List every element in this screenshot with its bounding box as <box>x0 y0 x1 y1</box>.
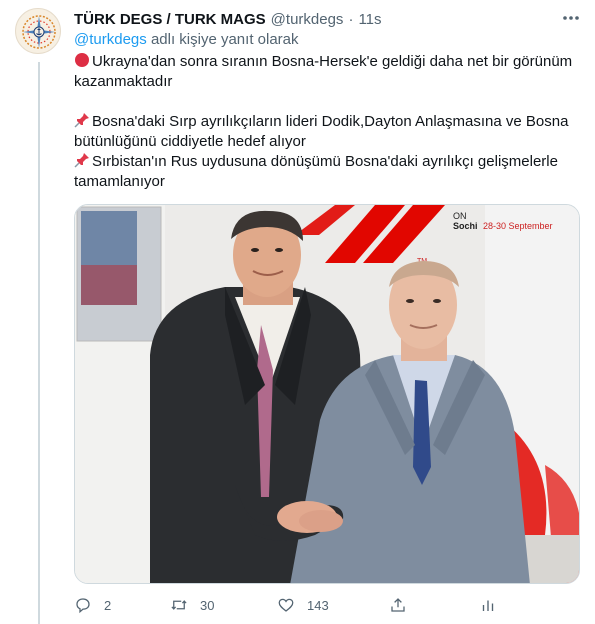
tweet-line-text: Ukrayna'dan sonra sıranın Bosna-Hersek'e… <box>74 53 573 90</box>
retweet-icon <box>171 600 187 610</box>
user-handle[interactable]: @turkdegs <box>271 11 344 28</box>
tweet-line-2: Bosna'daki Sırp ayrılıkçıların lideri Do… <box>74 112 579 152</box>
handshake-photo: TM ON Sochi 28-30 September <box>75 205 579 583</box>
tweet-actions: 2 30 143 <box>74 594 514 616</box>
backdrop-city: Sochi <box>453 221 478 231</box>
tweet-line-1: Ukrayna'dan sonra sıranın Bosna-Hersek'e… <box>74 52 579 92</box>
reply-icon <box>76 598 90 614</box>
reply-to-label: adlı kişiye yanıt olarak <box>150 31 299 48</box>
analytics-icon <box>482 600 494 611</box>
pushpin-icon <box>74 113 89 128</box>
like-count: 143 <box>307 597 329 613</box>
tweet-photo[interactable]: TM ON Sochi 28-30 September <box>74 204 580 584</box>
avatar[interactable] <box>15 8 61 54</box>
pushpin-icon <box>74 153 89 168</box>
red-circle-icon <box>75 53 89 67</box>
backdrop-side-text: ON <box>453 211 467 221</box>
heart-icon <box>278 598 294 612</box>
reply-action[interactable]: 2 <box>74 594 111 616</box>
tweet-line-text: Bosna'daki Sırp ayrılıkçıların lideri Do… <box>74 113 569 150</box>
tweet-header: TÜRK DEGS / TURK MAGS @turkdegs · 11s <box>74 8 579 30</box>
separator-dot: · <box>348 10 354 28</box>
share-icon <box>391 598 405 612</box>
backdrop-dates: 28-30 September <box>483 221 553 231</box>
more-horizontal-icon <box>563 16 579 20</box>
compass-logo-icon <box>22 15 56 49</box>
thread-line <box>38 62 40 624</box>
reply-mention-link[interactable]: @turkdegs <box>74 31 147 48</box>
replying-to: @turkdegs adlı kişiye yanıt olarak <box>74 31 299 48</box>
retweet-action[interactable]: 30 <box>170 594 214 616</box>
tweet-line-3: Sırbistan'ın Rus uydusuna dönüşümü Bosna… <box>74 152 579 192</box>
timestamp[interactable]: 11s <box>358 11 381 28</box>
analytics-action[interactable] <box>479 594 509 616</box>
share-action[interactable] <box>389 594 419 616</box>
reply-count: 2 <box>104 597 112 613</box>
more-options-button[interactable] <box>561 9 581 27</box>
tweet-line-text: Sırbistan'ın Rus uydusuna dönüşümü Bosna… <box>74 153 558 190</box>
display-name[interactable]: TÜRK DEGS / TURK MAGS <box>74 11 266 28</box>
like-action[interactable]: 143 <box>277 594 329 616</box>
retweet-count: 30 <box>200 597 215 613</box>
tweet-text: Ukrayna'dan sonra sıranın Bosna-Hersek'e… <box>74 52 579 192</box>
